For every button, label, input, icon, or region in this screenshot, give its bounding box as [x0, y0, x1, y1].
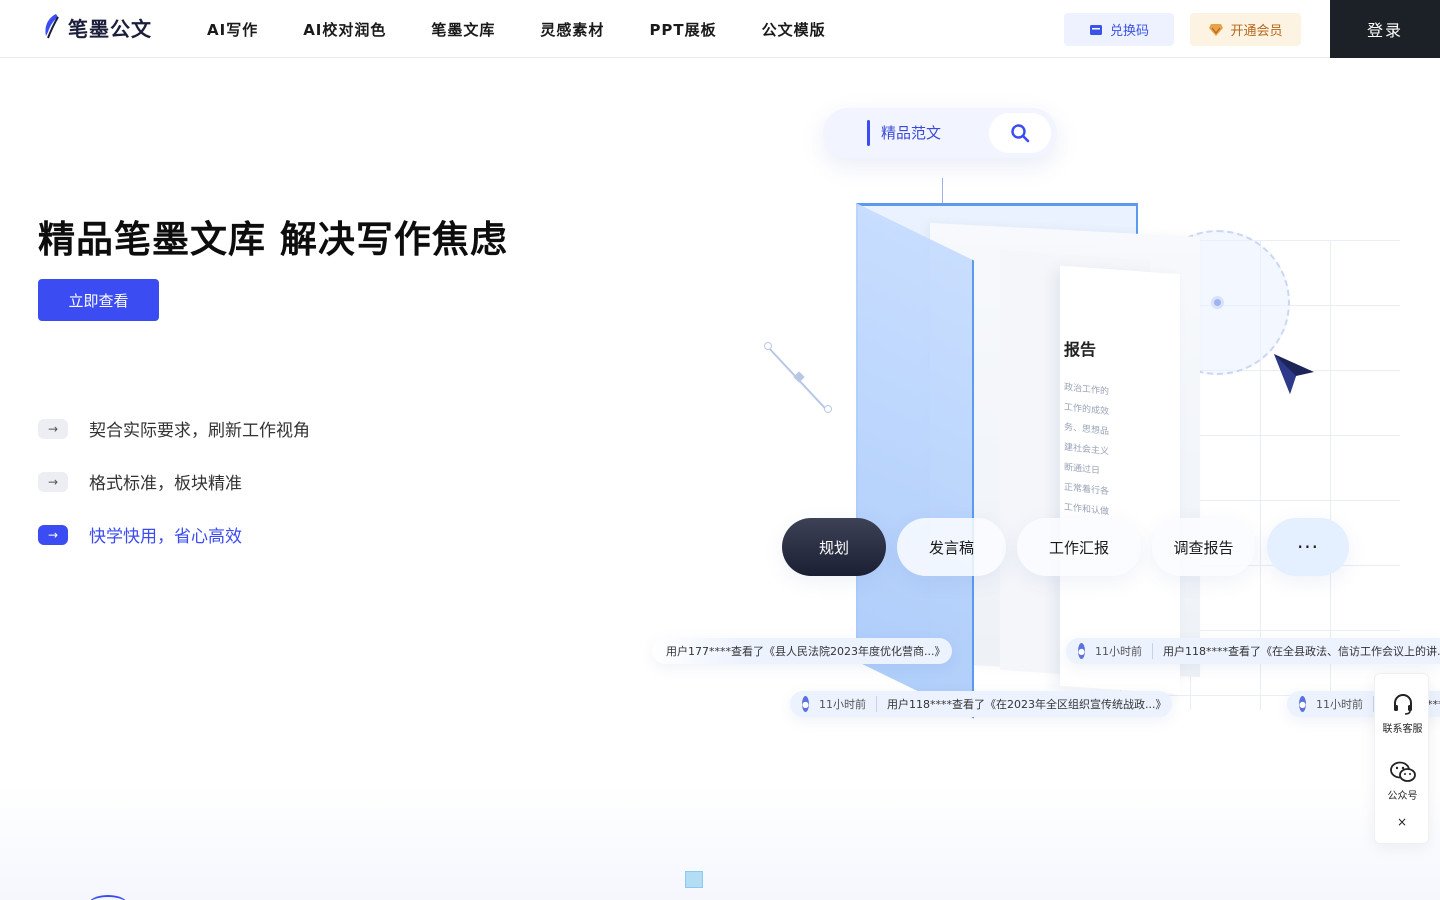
diamond-icon — [1209, 23, 1224, 36]
login-button[interactable]: 登录 — [1330, 0, 1440, 58]
feature-item[interactable]: → 格式标准，板块精准 — [38, 465, 310, 498]
chip-plan[interactable]: 规划 — [782, 518, 886, 576]
feature-text: 契合实际要求，刷新工作视角 — [89, 421, 310, 441]
nav-ai-proofread[interactable]: AI校对润色 — [303, 19, 386, 40]
ticker-time: 11小时前 — [1316, 696, 1374, 712]
ticker-time: 11小时前 — [1095, 643, 1153, 659]
wechat-account-button[interactable]: 公众号 — [1375, 760, 1430, 802]
next-section-background — [0, 785, 1440, 900]
arrow-right-icon: → — [38, 524, 68, 545]
ticker-message: 用户118****查看了《在2023年全区组织宣传统战政...》 — [886, 698, 1167, 711]
nav-ppt[interactable]: PPT展板 — [649, 19, 716, 40]
hero-illustration: 精品范文 报告 政治工作的 工作的成效 务、思想品 建社会主义 断通过日 正常着… — [640, 90, 1440, 730]
hero-title: 精品笔墨文库 解决写作焦虑 — [38, 218, 508, 261]
text-cursor-icon — [867, 120, 870, 146]
feature-item-active[interactable]: → 快学快用，省心高效 — [38, 518, 310, 551]
mouse-pointer-icon — [1274, 354, 1314, 394]
arrow-right-icon: → — [38, 471, 68, 492]
contact-service-label: 联系客服 — [1382, 724, 1423, 735]
search-icon — [1011, 124, 1030, 143]
search-pill[interactable]: 精品范文 — [823, 108, 1057, 158]
user-avatar-icon: ● — [802, 696, 809, 712]
ticker-message: 用户118****查看了《在全县政法、信访工作会议上的讲... — [1162, 645, 1440, 658]
feather-logo-icon — [45, 14, 59, 39]
nav-templates[interactable]: 公文模版 — [762, 19, 826, 40]
arrow-right-icon: → — [38, 418, 68, 439]
view-now-button[interactable]: 立即查看 — [38, 279, 159, 321]
report-text: 政治工作的 工作的成效 务、思想品 建社会主义 断通过日 正常着行各 工作和认做 — [1064, 380, 1109, 520]
nav-library[interactable]: 笔墨文库 — [431, 19, 495, 40]
ticker-message: 用户177****查看了《县人民法院2023年度优化营商...》 — [666, 645, 946, 658]
chip-speech[interactable]: 发言稿 — [897, 518, 1006, 576]
logo-text: 笔墨公文 — [68, 16, 152, 41]
logo[interactable]: 笔墨公文 — [42, 12, 152, 42]
redeem-button[interactable]: 兑换码 — [1064, 13, 1174, 46]
ticket-icon — [1089, 24, 1102, 35]
wechat-icon — [1389, 761, 1416, 782]
headset-icon — [1393, 694, 1412, 715]
feature-list: → 契合实际要求，刷新工作视角 → 格式标准，板块精准 → 快学快用，省心高效 — [38, 412, 310, 571]
user-avatar-icon: ● — [1299, 696, 1306, 712]
feature-item[interactable]: → 契合实际要求，刷新工作视角 — [38, 412, 310, 445]
line-diamond — [793, 371, 805, 383]
report-title: 报告 — [1064, 340, 1097, 359]
line-dot — [764, 342, 772, 350]
nav-ai-writing[interactable]: AI写作 — [207, 19, 258, 40]
chip-work-report[interactable]: 工作汇报 — [1017, 518, 1141, 576]
more-chips-button[interactable]: ··· — [1267, 518, 1349, 576]
top-header: 笔墨公文 AI写作 AI校对润色 笔墨文库 灵感素材 PPT展板 公文模版 兑换… — [0, 0, 1440, 58]
feature-text: 快学快用，省心高效 — [89, 527, 242, 547]
vip-label: 开通会员 — [1230, 24, 1283, 39]
feature-text: 格式标准，板块精准 — [89, 474, 242, 494]
vip-button[interactable]: 开通会员 — [1190, 13, 1301, 46]
search-button[interactable] — [989, 113, 1051, 153]
ticker-item[interactable]: ● 11小时前 用户118****查看了《在2023年全区组织宣传统战政...》 — [790, 691, 1172, 717]
dot-decoration — [1211, 296, 1224, 309]
nav-inspiration[interactable]: 灵感素材 — [540, 19, 604, 40]
main-nav: AI写作 AI校对润色 笔墨文库 灵感素材 PPT展板 公文模版 — [207, 0, 871, 58]
ticker-item[interactable]: ● 11小时前 用户118****查看了《在全县政法、信访工作会议上的讲... — [1066, 638, 1440, 664]
ticker-time: 11小时前 — [819, 696, 877, 712]
user-avatar-icon: ● — [1078, 643, 1085, 659]
square-decoration — [685, 871, 703, 888]
wechat-account-label: 公众号 — [1387, 791, 1418, 802]
redeem-label: 兑换码 — [1109, 24, 1149, 39]
close-icon[interactable]: × — [1395, 815, 1409, 829]
line-dot — [824, 405, 832, 413]
contact-service-button[interactable]: 联系客服 — [1375, 692, 1430, 735]
ticker-item[interactable]: 用户177****查看了《县人民法院2023年度优化营商...》 — [652, 638, 952, 664]
search-text: 精品范文 — [881, 124, 942, 142]
floating-sidebar: 联系客服 公众号 × — [1374, 673, 1429, 844]
chip-survey-report[interactable]: 调查报告 — [1152, 518, 1255, 576]
